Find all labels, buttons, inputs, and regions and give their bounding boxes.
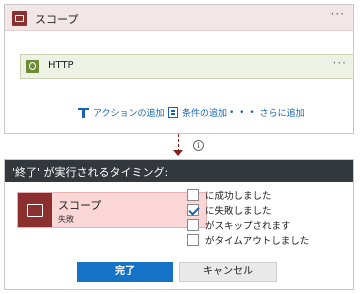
http-globe-icon xyxy=(26,60,39,73)
run-after-dialog: '終了' が実行されるタイミング: スコープ 失敗 に成功しました に失敗しまし… xyxy=(4,159,354,290)
cancel-button[interactable]: キャンセル xyxy=(179,262,277,282)
scope-icon xyxy=(18,193,52,227)
source-status: 失敗 xyxy=(58,215,74,224)
scope-title: スコープ xyxy=(35,13,79,26)
scope-card: スコープ ··· HTTP ··· アクションの追加 条件の追加 • • • さ… xyxy=(4,4,354,134)
http-action-card[interactable]: HTTP ··· xyxy=(20,54,354,79)
add-more-label: さらに追加 xyxy=(259,109,305,119)
add-more-link[interactable]: • • • さらに追加 xyxy=(229,106,305,120)
option-label: がタイムアウトしました xyxy=(205,236,310,247)
run-after-source-card: スコープ 失敗 xyxy=(17,192,207,228)
add-action-label: アクションの追加 xyxy=(93,109,165,119)
info-icon[interactable]: i xyxy=(193,140,204,151)
add-condition-icon xyxy=(168,107,178,118)
option-failed[interactable]: に失敗しました xyxy=(187,203,272,217)
done-button[interactable]: 完了 xyxy=(77,262,173,282)
timedout-checkbox[interactable] xyxy=(187,234,199,246)
scope-icon xyxy=(12,11,27,26)
add-condition-label: 条件の追加 xyxy=(182,109,228,119)
source-title: スコープ xyxy=(58,199,102,212)
option-timedout[interactable]: がタイムアウトしました xyxy=(187,233,309,247)
http-action-title: HTTP xyxy=(48,60,74,71)
option-succeeded[interactable]: に成功しました xyxy=(187,188,272,202)
run-after-header: '終了' が実行されるタイミング: xyxy=(5,160,353,182)
http-menu-button[interactable]: ··· xyxy=(333,56,347,70)
run-after-title: '終了' が実行されるタイミング: xyxy=(12,166,169,179)
option-label: に成功しました xyxy=(205,191,272,202)
option-label: がスキップされます xyxy=(205,221,291,232)
add-actions-row: アクションの追加 条件の追加 • • • さらに追加 xyxy=(5,106,353,122)
option-label: に失敗しました xyxy=(205,206,272,217)
succeeded-checkbox[interactable] xyxy=(187,189,199,201)
add-action-icon xyxy=(78,107,89,119)
connector-arrow-icon[interactable] xyxy=(173,150,184,158)
scope-menu-button[interactable]: ··· xyxy=(331,7,345,21)
add-action-link[interactable]: アクションの追加 xyxy=(78,106,165,119)
add-condition-link[interactable]: 条件の追加 xyxy=(168,106,227,119)
option-skipped[interactable]: がスキップされます xyxy=(187,218,291,232)
failed-checkbox[interactable] xyxy=(187,204,199,216)
scope-header[interactable]: スコープ ··· xyxy=(5,5,353,31)
skipped-checkbox[interactable] xyxy=(187,219,199,231)
more-dots-icon: • • • xyxy=(229,107,256,118)
